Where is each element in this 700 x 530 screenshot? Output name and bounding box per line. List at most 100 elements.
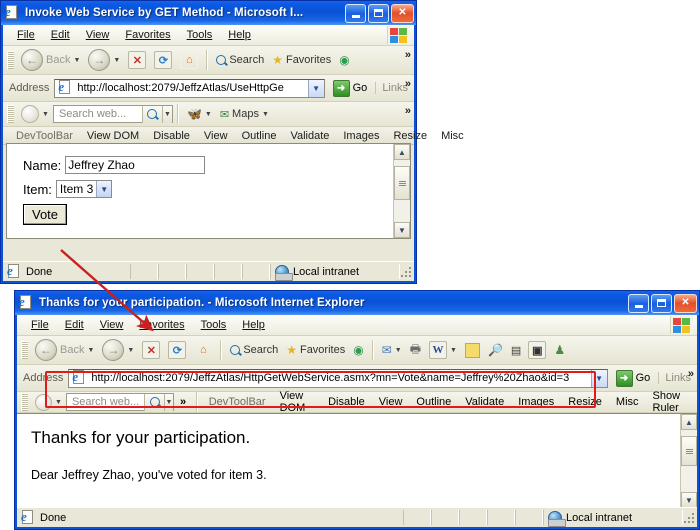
stop-button[interactable]: ✕	[124, 49, 150, 71]
scroll-down-button[interactable]: ▼	[394, 222, 410, 238]
favorites-button[interactable]: ★ Favorites	[268, 51, 335, 69]
web-search-input[interactable]: Search web... ▼	[65, 393, 174, 411]
devbar-misc[interactable]: Misc	[434, 130, 471, 142]
devbar-resize[interactable]: Resize	[386, 130, 434, 142]
window2-menubar[interactable]: File Edit View Favorites Tools Help	[17, 315, 697, 336]
research-button[interactable]: 🔎	[484, 341, 507, 359]
scrollbar-thumb[interactable]	[394, 166, 410, 200]
notes-button[interactable]	[461, 341, 484, 360]
go-button[interactable]: ➜ Go	[612, 369, 655, 387]
name-input[interactable]: Jeffrey Zhao	[65, 156, 206, 174]
stop-button[interactable]: ✕	[138, 339, 164, 361]
devbar-resize[interactable]: Resize	[561, 396, 609, 408]
home-button[interactable]: ⌂	[190, 339, 216, 361]
devbar-view-dom[interactable]: View DOM	[80, 130, 146, 142]
back-button[interactable]: ← Back ▼	[31, 337, 98, 363]
address-dropdown-icon[interactable]: ▼	[307, 79, 324, 97]
window2-address-bar[interactable]: Address http://localhost:2079/JeffzAtlas…	[17, 365, 697, 392]
browser-window-1[interactable]: Invoke Web Service by GET Method - Micro…	[0, 0, 464, 284]
menu-item-view[interactable]: View	[92, 317, 132, 333]
search-submit-button[interactable]	[141, 105, 162, 123]
address-overflow-icon[interactable]: »	[405, 78, 411, 90]
window2-search-devbar-row[interactable]: ▼ Search web... ▼ » DevToolBar View DOM …	[17, 390, 697, 414]
history-button[interactable]: ◉	[335, 51, 353, 69]
search-button[interactable]: Search	[212, 52, 268, 68]
window1-standard-toolbar[interactable]: ← Back ▼ → ▼ ✕ ⟳ ⌂ Search ★ Favorites ◉ …	[3, 46, 414, 75]
searchbar-overflow-icon[interactable]: »	[180, 396, 186, 408]
people-button[interactable]: ♟	[550, 341, 569, 359]
devbar-misc[interactable]: Misc	[609, 396, 646, 408]
close-button[interactable]: ✕	[674, 293, 697, 313]
history-button[interactable]: ◉	[349, 341, 367, 359]
address-overflow-icon[interactable]: »	[688, 368, 694, 380]
search-button[interactable]: Search	[226, 342, 282, 358]
security-zone[interactable]: Local intranet	[543, 510, 683, 527]
devbar-disable[interactable]: Disable	[321, 396, 372, 408]
go-button[interactable]: ➜ Go	[329, 79, 372, 97]
search-options-button[interactable]: ▼	[164, 393, 173, 411]
menu-item-help[interactable]: Help	[220, 27, 259, 43]
maximize-button[interactable]	[368, 3, 389, 23]
window1-menubar[interactable]: File Edit View Favorites Tools Help	[3, 25, 414, 46]
msn-logo-button[interactable]: ▼	[17, 103, 53, 125]
devbar-view[interactable]: View	[197, 130, 235, 142]
menu-item-edit[interactable]: Edit	[43, 27, 78, 43]
address-input[interactable]: http://localhost:2079/JeffzAtlas/UseHttp…	[54, 78, 325, 98]
pdf-button[interactable]: ▣	[524, 339, 550, 361]
address-input[interactable]: http://localhost:2079/JeffzAtlas/HttpGet…	[68, 368, 608, 388]
devbar-outline[interactable]: Outline	[409, 396, 458, 408]
menu-item-view[interactable]: View	[78, 27, 118, 43]
devbar-images[interactable]: Images	[336, 130, 386, 142]
toolbar-gripper[interactable]	[7, 51, 14, 69]
messenger-button[interactable]: ▤	[507, 342, 524, 359]
msn-logo-button[interactable]: ▼	[31, 392, 66, 413]
security-zone[interactable]: Local intranet	[270, 264, 400, 281]
chevron-down-icon[interactable]: ▼	[96, 181, 112, 197]
devbar-view-dom[interactable]: View DOM	[273, 390, 322, 414]
search-submit-button[interactable]	[144, 393, 165, 411]
maps-button[interactable]: ✉ Maps ▼	[216, 106, 273, 123]
devbar-validate[interactable]: Validate	[458, 396, 511, 408]
window2-titlebar[interactable]: Thanks for your participation. - Microso…	[15, 291, 699, 315]
minimize-button[interactable]	[628, 293, 649, 313]
scroll-up-button[interactable]: ▲	[681, 414, 697, 430]
menu-item-help[interactable]: Help	[234, 317, 273, 333]
page-vertical-scrollbar[interactable]: ▲ ▼	[393, 144, 410, 238]
browser-window-2[interactable]: Thanks for your participation. - Microso…	[14, 290, 700, 530]
devbar-view[interactable]: View	[372, 396, 410, 408]
toolbar-overflow-icon[interactable]: »	[405, 49, 411, 61]
resize-grip[interactable]	[683, 511, 695, 524]
scroll-up-button[interactable]: ▲	[394, 144, 410, 160]
menu-item-file[interactable]: File	[9, 27, 43, 43]
menu-item-tools[interactable]: Tools	[193, 317, 235, 333]
devbar-outline[interactable]: Outline	[235, 130, 284, 142]
maximize-button[interactable]	[651, 293, 672, 313]
vote-button[interactable]: Vote	[23, 204, 68, 225]
scrollbar-thumb[interactable]	[681, 436, 697, 466]
back-button[interactable]: ← Back ▼	[17, 47, 84, 73]
favorites-button[interactable]: ★ Favorites	[282, 341, 349, 359]
edit-in-word-button[interactable]: W ▼	[425, 339, 461, 361]
forward-button[interactable]: → ▼	[84, 47, 124, 73]
butterfly-button[interactable]: 🦋 ▼	[183, 105, 216, 123]
refresh-button[interactable]: ⟳	[150, 49, 176, 71]
address-dropdown-icon[interactable]: ▼	[590, 369, 607, 387]
mail-button[interactable]: ✉ ▼	[378, 341, 406, 359]
toolbar-gripper[interactable]	[7, 105, 14, 123]
menu-item-tools[interactable]: Tools	[179, 27, 221, 43]
toolbar-gripper[interactable]	[21, 393, 28, 411]
minimize-button[interactable]	[345, 3, 366, 23]
searchbar-overflow-icon[interactable]: »	[405, 105, 411, 117]
print-button[interactable]: 🖶	[406, 338, 425, 363]
window1-titlebar[interactable]: Invoke Web Service by GET Method - Micro…	[1, 1, 416, 25]
forward-button[interactable]: → ▼	[98, 337, 138, 363]
page-vertical-scrollbar[interactable]: ▲ ▼	[680, 414, 697, 508]
devbar-validate[interactable]: Validate	[283, 130, 336, 142]
item-select[interactable]: Item 3 ▼	[55, 180, 113, 198]
menu-item-favorites[interactable]: Favorites	[117, 27, 178, 43]
toolbar-gripper[interactable]	[21, 341, 28, 359]
menu-item-favorites[interactable]: Favorites	[131, 317, 192, 333]
window1-search-toolbar[interactable]: ▼ Search web... ▼ 🦋 ▼ ✉ Maps ▼ »	[3, 102, 414, 127]
web-search-input[interactable]: Search web... ▼	[52, 105, 173, 123]
close-button[interactable]: ✕	[391, 3, 414, 23]
